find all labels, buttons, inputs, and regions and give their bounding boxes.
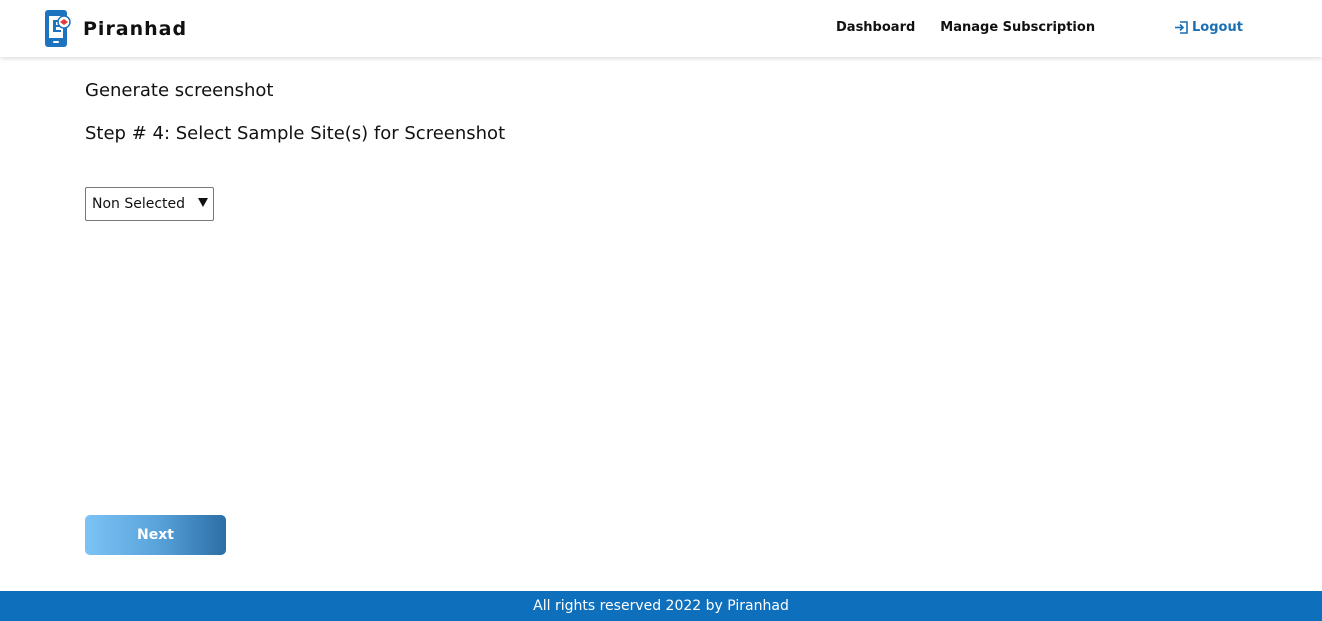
piranhad-logo-icon [45, 10, 71, 47]
sample-site-select[interactable]: Non Selected [85, 187, 214, 221]
logout-link[interactable]: Logout [1174, 20, 1243, 35]
top-navbar: Piranhad Dashboard Manage Subscription L… [0, 0, 1322, 57]
step-heading: Step # 4: Select Sample Site(s) for Scre… [85, 123, 506, 144]
logout-icon [1175, 21, 1188, 34]
footer-copyright: All rights reserved 2022 by Piranhad [533, 598, 789, 614]
page-title: Generate screenshot [85, 80, 274, 101]
next-button[interactable]: Next [85, 515, 226, 555]
nav-dashboard-link[interactable]: Dashboard [836, 20, 915, 35]
page: Piranhad Dashboard Manage Subscription L… [0, 0, 1322, 621]
brand-name: Piranhad [83, 17, 188, 40]
logout-label: Logout [1192, 20, 1243, 35]
main-nav: Dashboard Manage Subscription [836, 20, 1120, 35]
footer: All rights reserved 2022 by Piranhad [0, 591, 1322, 621]
sample-site-select-value: Non Selected [92, 196, 186, 212]
brand-logo-link[interactable]: Piranhad [44, 8, 187, 49]
caret-down-icon [198, 198, 208, 207]
nav-manage-subscription-link[interactable]: Manage Subscription [940, 20, 1095, 35]
